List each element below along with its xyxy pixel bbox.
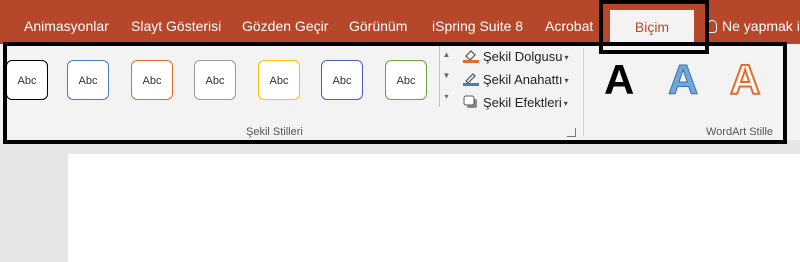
tell-me-label: Ne yapmak i: [722, 18, 800, 34]
tab-animasyonlar[interactable]: Animasyonlar: [24, 0, 109, 44]
tab-ispring-suite[interactable]: iSpring Suite 8: [432, 0, 523, 44]
tab-gorunum[interactable]: Görünüm: [349, 0, 407, 44]
slide-canvas[interactable]: [68, 154, 800, 262]
tab-acrobat[interactable]: Acrobat: [545, 0, 593, 44]
tab-gozden-gecir[interactable]: Gözden Geçir: [242, 0, 328, 44]
ribbon-highlight-box: [3, 42, 787, 144]
tab-slayt-gosterisi[interactable]: Slayt Gösterisi: [131, 0, 221, 44]
tell-me-search[interactable]: Ne yapmak i: [707, 0, 800, 44]
